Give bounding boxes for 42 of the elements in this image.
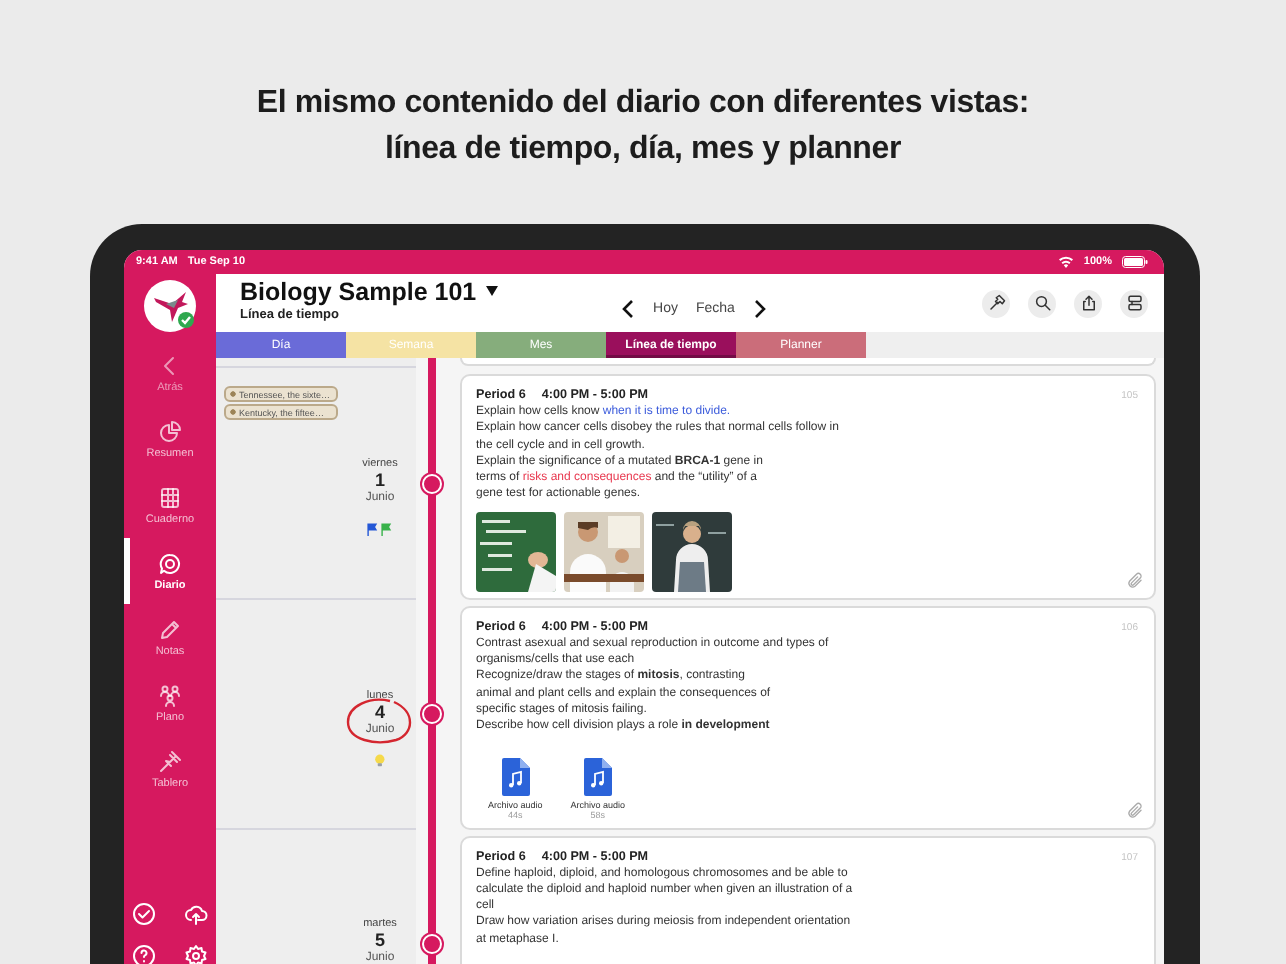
timeline-dot — [422, 473, 442, 494]
day-number: 1 — [374, 472, 385, 491]
search-icon — [1033, 294, 1051, 312]
pencil-icon — [158, 617, 182, 641]
people-icon — [158, 683, 182, 707]
hammer-icon — [987, 294, 1005, 312]
checkmark-circle-icon[interactable] — [132, 902, 156, 926]
chevron-left-icon — [619, 299, 636, 317]
chat-target-icon — [158, 551, 182, 575]
flags-icon — [366, 522, 394, 537]
pie-chart-icon — [158, 419, 182, 443]
caret-down-icon — [486, 286, 499, 296]
headline: El mismo contenido del diario con diferentes vistas: línea de tiempo, día, mes y planner — [254, 84, 1032, 170]
wifi-icon — [1057, 256, 1074, 268]
layout-icon — [1125, 294, 1143, 312]
day-number: 4 — [374, 703, 385, 722]
lightbulb-icon — [374, 753, 386, 768]
notebook-title-dropdown[interactable]: Biology Sample 101 — [240, 277, 620, 305]
paperclip-icon — [1126, 571, 1144, 590]
day-number: 5 — [374, 932, 385, 951]
pushpin-icon — [158, 749, 182, 773]
share-button[interactable] — [1074, 289, 1102, 317]
grid-icon — [158, 485, 182, 509]
entry-card[interactable] — [460, 605, 1156, 830]
share-icon — [1079, 294, 1097, 312]
tools-button[interactable] — [982, 289, 1010, 317]
previous-button[interactable] — [619, 299, 636, 317]
timeline-dot — [422, 704, 442, 725]
entry-card[interactable] — [460, 374, 1156, 600]
layout-button[interactable] — [1120, 289, 1148, 317]
cloud-icon[interactable] — [184, 902, 208, 926]
chevron-right-icon — [752, 299, 769, 317]
search-button[interactable] — [1028, 289, 1056, 317]
battery-icon — [1122, 256, 1148, 268]
next-button[interactable] — [752, 299, 769, 317]
audio-file-icon — [583, 757, 612, 796]
timeline-dot — [422, 933, 442, 954]
settings-icon[interactable] — [184, 944, 208, 964]
help-icon[interactable] — [132, 944, 156, 964]
audio-file-icon — [501, 757, 530, 796]
avatar-icon — [144, 280, 196, 332]
paperclip-icon — [1126, 801, 1144, 820]
